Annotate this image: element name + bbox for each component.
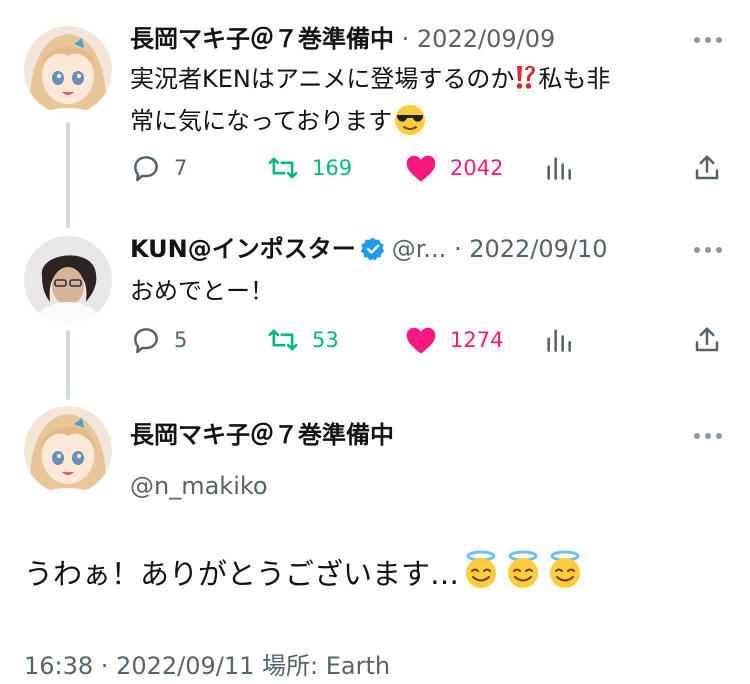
- tweet-date[interactable]: · 2022/09/09: [402, 25, 556, 53]
- retweet-icon: [266, 152, 300, 184]
- tweet-timestamp-location[interactable]: 16:38 · 2022/09/11 場所: Earth: [24, 646, 390, 681]
- reply-button[interactable]: 5: [130, 322, 187, 358]
- like-count: 2042: [450, 156, 504, 180]
- avatar[interactable]: [24, 26, 112, 114]
- avatar[interactable]: [24, 236, 112, 324]
- like-count: 1274: [450, 328, 504, 352]
- tweet-text-line: 常に気になっております: [130, 107, 393, 135]
- share-icon: [692, 152, 722, 184]
- interrobang-emoji-icon: [515, 63, 537, 102]
- views-button[interactable]: [544, 322, 572, 358]
- like-button[interactable]: 2042: [404, 150, 503, 186]
- tweet-text: 実況者KENはアニメに登場するのか 私も非 常に気になっております: [130, 60, 730, 147]
- share-button[interactable]: [692, 150, 722, 186]
- views-icon: [544, 325, 572, 355]
- display-name[interactable]: 長岡マキ子＠７巻準備中: [130, 421, 394, 449]
- retweet-button[interactable]: 53: [266, 322, 339, 358]
- avatar[interactable]: [24, 406, 112, 494]
- tweet-header: KUN@インポスター @r... · 2022/09/10: [130, 234, 680, 269]
- halo-emoji-icon: [461, 550, 501, 597]
- tweet-text-line: 私も非: [538, 65, 611, 93]
- retweet-count: 169: [312, 156, 353, 180]
- user-handle[interactable]: @r...: [392, 235, 447, 263]
- tweet[interactable]: KUN@インポスター @r... · 2022/09/10 おめでとー！ 5 53…: [0, 200, 750, 400]
- share-icon: [692, 324, 722, 356]
- tweet[interactable]: 長岡マキ子＠７巻準備中 · 2022/09/09 実況者KENはアニメに登場する…: [0, 0, 750, 200]
- reply-icon: [130, 152, 162, 184]
- tweet-date[interactable]: · 2022/09/10: [454, 235, 608, 263]
- reply-count: 7: [174, 156, 188, 180]
- tweet-text: うわぁ！ありがとうございます…: [24, 550, 585, 597]
- tweet-actions: 5 53 1274: [130, 322, 722, 358]
- retweet-count: 53: [312, 328, 339, 352]
- like-icon: [404, 325, 438, 355]
- halo-emoji-icon: [545, 550, 585, 597]
- reply-icon: [130, 324, 162, 356]
- halo-emoji-icon: [503, 550, 543, 597]
- tweet-text: おめでとー！: [130, 272, 730, 310]
- display-name[interactable]: KUN@インポスター: [130, 235, 356, 263]
- tweet-text-line: おめでとー！: [130, 277, 274, 305]
- tweet-text-line: うわぁ！ありがとうございます…: [24, 557, 460, 591]
- share-button[interactable]: [692, 322, 722, 358]
- reply-count: 5: [174, 328, 188, 352]
- more-icon[interactable]: [694, 432, 722, 440]
- retweet-icon: [266, 324, 300, 356]
- tweet-header: 長岡マキ子＠７巻準備中 · 2022/09/09: [130, 24, 680, 54]
- verified-icon: [360, 236, 386, 269]
- tweet-text-line: 実況者KENはアニメに登場するのか: [130, 65, 515, 93]
- like-icon: [404, 153, 438, 183]
- views-button[interactable]: [544, 150, 572, 186]
- like-button[interactable]: 1274: [404, 322, 503, 358]
- tweet-actions: 7 169 2042: [130, 150, 722, 186]
- more-icon[interactable]: [694, 246, 722, 254]
- more-icon[interactable]: [694, 36, 722, 44]
- sunglasses-emoji-icon: [394, 104, 426, 147]
- user-handle[interactable]: @n_makiko: [130, 472, 268, 500]
- reply-button[interactable]: 7: [130, 150, 187, 186]
- display-name[interactable]: 長岡マキ子＠７巻準備中: [130, 25, 394, 53]
- retweet-button[interactable]: 169: [266, 150, 352, 186]
- tweet-header: 長岡マキ子＠７巻準備中: [130, 420, 680, 450]
- views-icon: [544, 153, 572, 183]
